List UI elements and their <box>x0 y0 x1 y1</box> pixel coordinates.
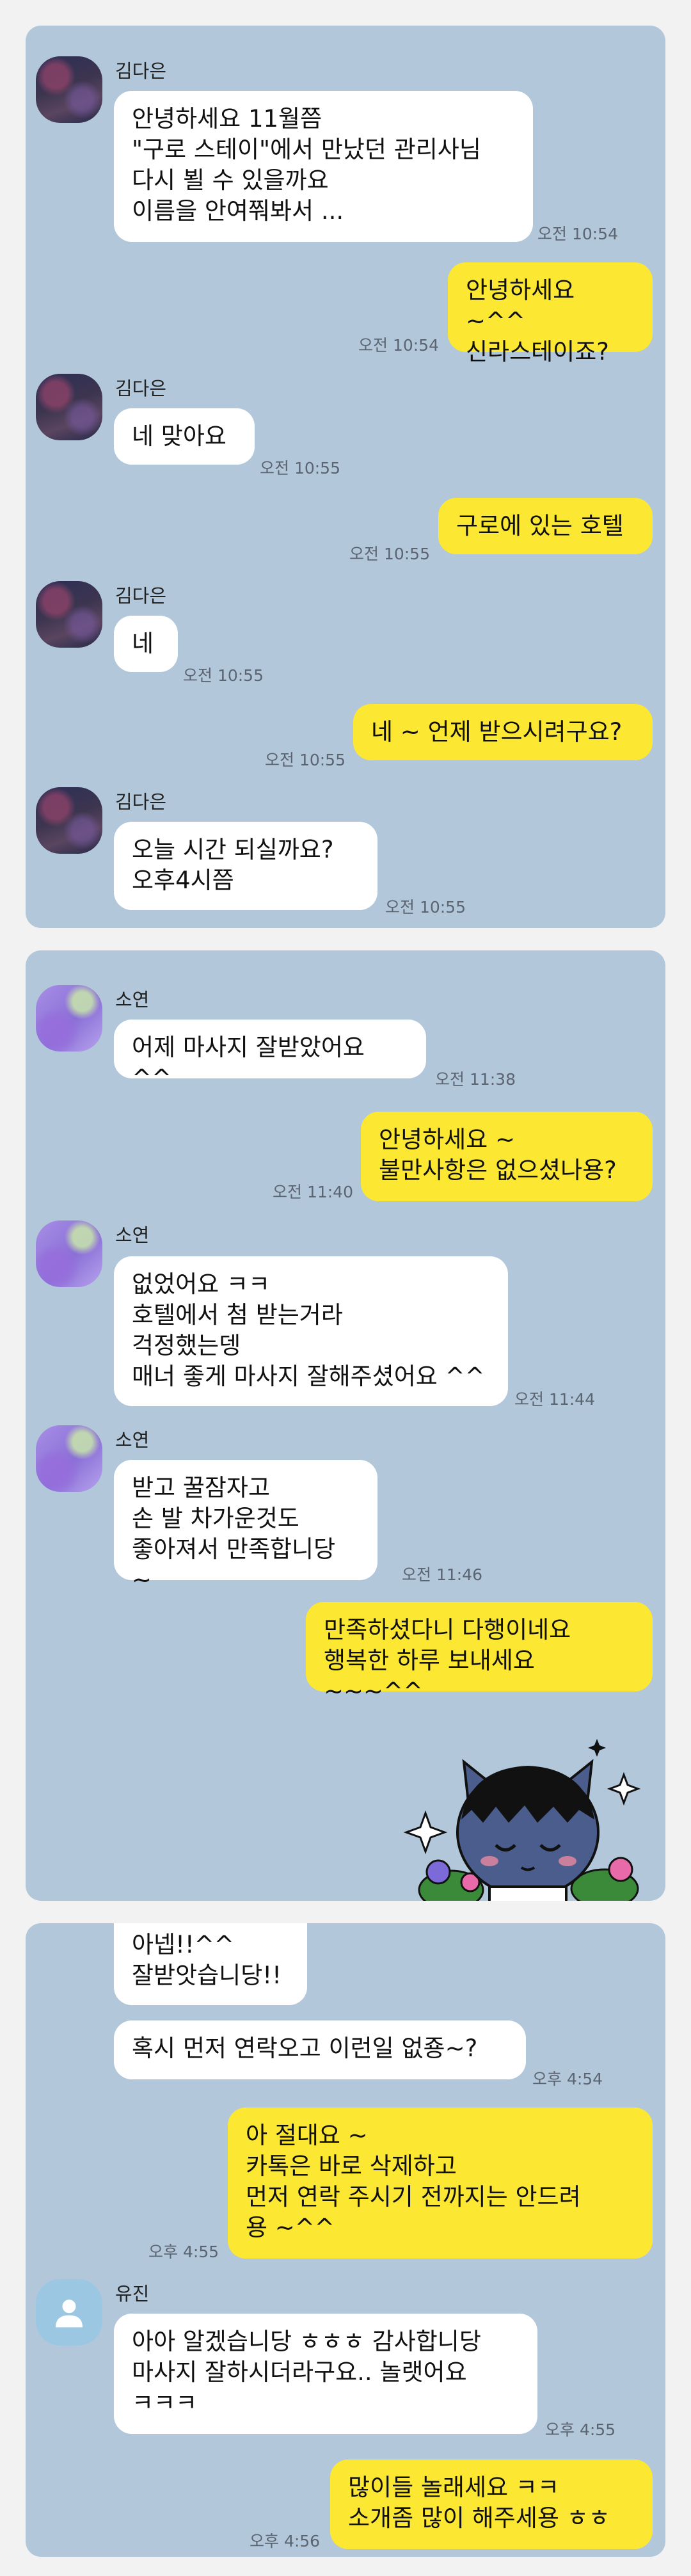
message-time: 오전 10:55 <box>260 459 340 477</box>
chat-screenshot-3: 아넵!!^^ 잘받앗습니당!! 혹시 먼저 연락오고 이런일 없죵~? 오후 4… <box>26 1923 665 2557</box>
message-bubble-incoming[interactable]: 어제 마사지 잘받았어요 ^^ <box>114 1020 426 1092</box>
message-time: 오전 10:55 <box>183 666 264 685</box>
message-time: 오전 10:55 <box>385 898 466 916</box>
message-bubble-incoming[interactable]: 받고 꿀잠자고 손 발 차가운것도 좋아져서 만족합니당 ~ <box>114 1460 377 1594</box>
message-bubble-incoming[interactable]: 없었어요 ㅋㅋ 호텔에서 첨 받는거라 걱정했는뎅 매너 좋게 마사지 잘해주셨… <box>114 1256 508 1406</box>
message-time: 오후 4:55 <box>148 2243 219 2261</box>
message-time: 오전 11:40 <box>273 1183 353 1201</box>
message-bubble-outgoing[interactable]: 구로에 있는 호텔 <box>438 498 653 554</box>
sender-name: 소연 <box>115 1429 150 1451</box>
message-bubble-incoming[interactable]: 아넵!!^^ 잘받앗습니당!! <box>114 1923 307 2005</box>
sender-name: 유진 <box>115 2283 150 2305</box>
message-time: 오전 11:38 <box>435 1070 516 1089</box>
message-time: 오후 4:56 <box>250 2532 321 2550</box>
message-time: 오전 11:46 <box>402 1565 482 1584</box>
avatar[interactable] <box>36 581 102 648</box>
message-bubble-incoming[interactable]: 네 <box>114 616 178 672</box>
message-time: 오후 4:54 <box>532 2070 603 2088</box>
message-bubble-incoming[interactable]: 오늘 시간 되실까요? 오후4시쯤 <box>114 822 377 910</box>
sender-name: 김다은 <box>115 791 167 813</box>
sender-name: 김다은 <box>115 378 167 399</box>
message-bubble-incoming[interactable]: 혹시 먼저 연락오고 이런일 없죵~? <box>114 2020 526 2079</box>
message-time: 오전 10:55 <box>265 751 346 769</box>
message-bubble-outgoing[interactable]: 네 ~ 언제 받으시려구요? <box>353 704 653 760</box>
message-time: 오후 4:55 <box>545 2420 616 2439</box>
message-bubble-outgoing[interactable]: 많이들 놀래세요 ㅋㅋ 소개좀 많이 해주세용 ㅎㅎ <box>330 2460 653 2549</box>
message-bubble-incoming[interactable]: 네 맞아요 <box>114 408 255 465</box>
message-bubble-outgoing[interactable]: 안녕하세요 ~^^ 신라스테이죠? <box>448 262 653 365</box>
avatar[interactable] <box>36 374 102 440</box>
sender-name: 김다은 <box>115 585 167 607</box>
message-time: 오전 10:54 <box>358 336 439 355</box>
message-time: 오전 10:54 <box>537 225 618 243</box>
sleeping-cat-character-sticker[interactable] <box>400 1724 656 1901</box>
message-time: 오전 11:44 <box>514 1390 595 1409</box>
message-bubble-outgoing[interactable]: 안녕하세요 ~ 불만사항은 없으셨나용? <box>361 1112 653 1201</box>
sender-name: 소연 <box>115 1224 150 1246</box>
message-bubble-incoming[interactable]: 아아 알겠습니당 ㅎㅎㅎ 감사합니당 마사지 잘하시더라구요.. 놀랫어요 ㅋㅋ… <box>114 2314 537 2434</box>
message-bubble-outgoing[interactable]: 만족하셨다니 다행이네요 행복한 하루 보내세요 ~~~^^ <box>306 1602 653 1705</box>
avatar[interactable] <box>36 1220 102 1287</box>
message-bubble-incoming[interactable]: 안녕하세요 11월쯤 "구로 스테이"에서 만났던 관리사님 다시 뵐 수 있을… <box>114 91 533 242</box>
avatar[interactable] <box>36 787 102 854</box>
avatar[interactable] <box>36 2279 102 2346</box>
avatar[interactable] <box>36 985 102 1052</box>
message-bubble-outgoing[interactable]: 아 절대요 ~ 카톡은 바로 삭제하고 먼저 연락 주시기 전까지는 안드려 용… <box>228 2108 653 2259</box>
avatar[interactable] <box>36 1425 102 1492</box>
avatar[interactable] <box>36 56 102 123</box>
sender-name: 김다은 <box>115 60 167 82</box>
chat-screenshot-1: 김다은 안녕하세요 11월쯤 "구로 스테이"에서 만났던 관리사님 다시 뵐 … <box>26 26 665 928</box>
chat-screenshot-2: 소연 어제 마사지 잘받았어요 ^^ 오전 11:38 안녕하세요 ~ 불만사항… <box>26 950 665 1901</box>
message-time: 오전 10:55 <box>349 545 430 563</box>
sender-name: 소연 <box>115 989 150 1011</box>
person-icon <box>56 2300 83 2328</box>
